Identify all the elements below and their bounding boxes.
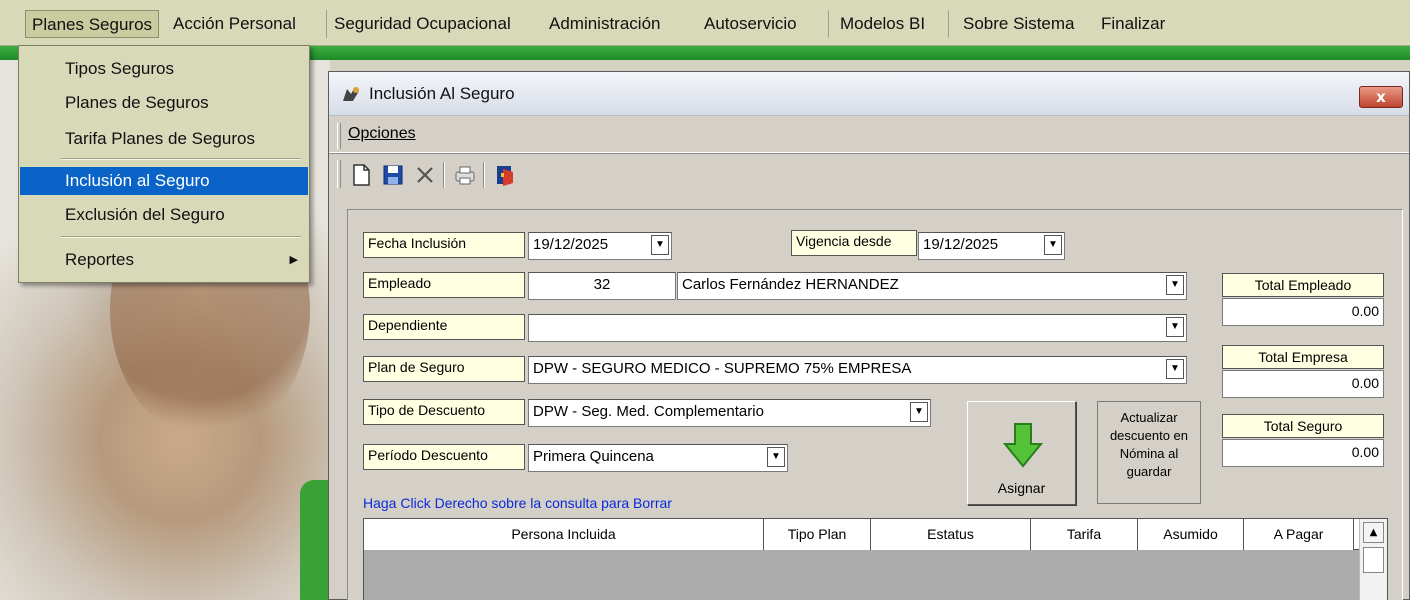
- menu-item-exclusion-del-seguro[interactable]: Exclusión del Seguro: [20, 201, 308, 229]
- plan-de-seguro-value: DPW - SEGURO MEDICO - SUPREMO 75% EMPRES…: [533, 360, 912, 377]
- periodo-descuento-value: Primera Quincena: [533, 448, 654, 465]
- inclusion-window: Inclusión Al Seguro x Opciones Fecha Inc…: [328, 71, 1410, 600]
- dependiente-select[interactable]: ▼: [528, 314, 1187, 342]
- close-button[interactable]: x: [1359, 86, 1403, 108]
- total-seguro-value: 0.00: [1222, 439, 1384, 467]
- inclusions-grid[interactable]: Persona Incluida Tipo Plan Estatus Tarif…: [363, 518, 1388, 600]
- menu-item-tarifa-planes[interactable]: Tarifa Planes de Seguros: [20, 125, 308, 153]
- exit-icon[interactable]: [493, 163, 517, 187]
- menu-separator: [828, 10, 829, 38]
- menu-item-reportes-label: Reportes: [65, 250, 134, 269]
- menu-opciones-label: Opciones: [348, 125, 416, 142]
- grip-handle: [337, 123, 341, 149]
- toolbar-separator: [483, 162, 485, 188]
- menu-item-reportes[interactable]: Reportes ▶: [20, 246, 308, 274]
- total-empresa-value: 0.00: [1222, 370, 1384, 398]
- delete-icon[interactable]: [413, 163, 437, 187]
- tipo-descuento-value: DPW - Seg. Med. Complementario: [533, 403, 764, 420]
- chevron-down-icon[interactable]: ▼: [1166, 359, 1184, 379]
- inclusion-form-panel: Fecha Inclusión 19/12/2025 ▼ Vigencia de…: [347, 209, 1403, 600]
- menu-separator: [948, 10, 949, 38]
- print-icon[interactable]: [453, 163, 477, 187]
- app-icon: [343, 87, 359, 101]
- asignar-label: Asignar: [997, 480, 1046, 496]
- fecha-inclusion-field[interactable]: 19/12/2025 ▼: [528, 232, 672, 260]
- chevron-down-icon[interactable]: ▼: [1044, 235, 1062, 255]
- fecha-inclusion-label: Fecha Inclusión: [363, 232, 525, 258]
- dependiente-label: Dependiente: [363, 314, 525, 340]
- window-titlebar[interactable]: Inclusión Al Seguro x: [329, 72, 1409, 116]
- menu-modelos-bi[interactable]: Modelos BI: [834, 10, 931, 38]
- window-menu-row: Opciones: [329, 117, 1409, 153]
- scroll-thumb[interactable]: [1363, 547, 1384, 573]
- asignar-button[interactable]: Asignar: [967, 401, 1076, 505]
- empleado-name-select[interactable]: Carlos Fernández HERNANDEZ ▼: [677, 272, 1187, 300]
- menu-seguridad-ocupacional[interactable]: Seguridad Ocupacional: [328, 10, 517, 38]
- chevron-down-icon[interactable]: ▼: [651, 235, 669, 255]
- plan-de-seguro-label: Plan de Seguro: [363, 356, 525, 382]
- periodo-descuento-select[interactable]: Primera Quincena ▼: [528, 444, 788, 472]
- empleado-code-field[interactable]: 32: [528, 272, 676, 300]
- arrow-down-icon: [1003, 423, 1043, 468]
- menu-item-inclusion-al-seguro[interactable]: Inclusión al Seguro: [20, 167, 308, 195]
- periodo-descuento-label: Período Descuento: [363, 444, 525, 470]
- menu-administracion[interactable]: Administración: [543, 10, 667, 38]
- grid-scrollbar[interactable]: ▲: [1359, 519, 1387, 600]
- menu-autoservicio[interactable]: Autoservicio: [698, 10, 803, 38]
- menu-opciones[interactable]: Opciones: [348, 125, 416, 143]
- menu-separator: [61, 158, 301, 160]
- total-empleado-label: Total Empleado: [1222, 273, 1384, 297]
- plan-de-seguro-select[interactable]: DPW - SEGURO MEDICO - SUPREMO 75% EMPRES…: [528, 356, 1187, 384]
- grid-header: Persona Incluida Tipo Plan Estatus Tarif…: [364, 519, 1359, 550]
- actualizar-descuento-checkbox[interactable]: Actualizar descuento en Nómina al guarda…: [1097, 401, 1201, 504]
- total-seguro-label: Total Seguro: [1222, 414, 1384, 438]
- toolbar-separator: [443, 162, 445, 188]
- chevron-down-icon[interactable]: ▼: [1166, 275, 1184, 295]
- empleado-label: Empleado: [363, 272, 525, 298]
- col-a-pagar[interactable]: A Pagar: [1244, 519, 1354, 550]
- submenu-arrow-icon: ▶: [289, 254, 298, 266]
- scroll-up-icon[interactable]: ▲: [1363, 522, 1384, 543]
- chevron-down-icon[interactable]: ▼: [910, 402, 928, 422]
- vigencia-desde-value: 19/12/2025: [923, 236, 999, 253]
- vigencia-desde-label: Vigencia desde: [791, 230, 917, 256]
- tipo-descuento-label: Tipo de Descuento: [363, 399, 525, 425]
- col-tipo-plan[interactable]: Tipo Plan: [764, 519, 871, 550]
- total-empleado-value: 0.00: [1222, 298, 1384, 326]
- chevron-down-icon[interactable]: ▼: [767, 447, 785, 467]
- menu-sobre-sistema[interactable]: Sobre Sistema: [957, 10, 1081, 38]
- chevron-down-icon[interactable]: ▼: [1166, 317, 1184, 337]
- col-persona-incluida[interactable]: Persona Incluida: [364, 519, 764, 550]
- menu-item-planes-de-seguros[interactable]: Planes de Seguros: [20, 89, 308, 117]
- empleado-name-value: Carlos Fernández HERNANDEZ: [682, 276, 899, 293]
- menu-item-tipos-seguros[interactable]: Tipos Seguros: [20, 55, 308, 83]
- total-empresa-label: Total Empresa: [1222, 345, 1384, 369]
- col-asumido[interactable]: Asumido: [1138, 519, 1244, 550]
- col-estatus[interactable]: Estatus: [871, 519, 1031, 550]
- toolbar: [329, 153, 1409, 193]
- save-icon[interactable]: [381, 163, 405, 187]
- tipo-descuento-select[interactable]: DPW - Seg. Med. Complementario ▼: [528, 399, 931, 427]
- delete-hint-text: Haga Click Derecho sobre la consulta par…: [363, 495, 672, 511]
- col-tarifa[interactable]: Tarifa: [1031, 519, 1138, 550]
- menu-planes-seguros[interactable]: Planes Seguros: [25, 10, 160, 38]
- grip-handle: [337, 160, 341, 188]
- menu-accion-personal[interactable]: Acción Personal: [167, 10, 302, 38]
- menu-separator: [61, 236, 301, 238]
- new-document-icon[interactable]: [349, 163, 373, 187]
- planes-seguros-dropdown: Tipos Seguros Planes de Seguros Tarifa P…: [18, 45, 310, 283]
- menu-bar: Planes Seguros Acción Personal Seguridad…: [0, 0, 1410, 46]
- vigencia-desde-field[interactable]: 19/12/2025 ▼: [918, 232, 1065, 260]
- window-title: Inclusión Al Seguro: [369, 84, 515, 103]
- menu-finalizar[interactable]: Finalizar: [1095, 10, 1171, 38]
- fecha-inclusion-value: 19/12/2025: [533, 236, 609, 253]
- menu-separator: [326, 10, 327, 38]
